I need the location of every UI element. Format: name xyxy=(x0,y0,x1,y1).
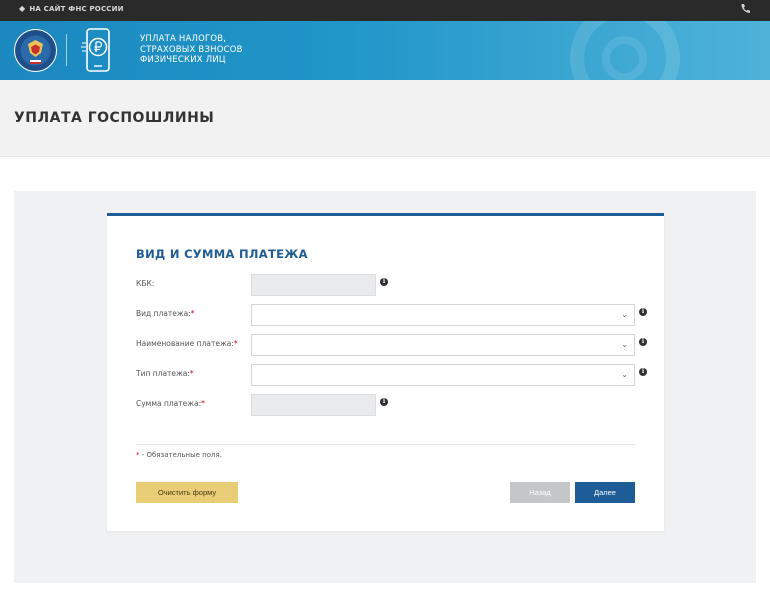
back-to-fns-link[interactable]: ◆ НА САЙТ ФНС РОССИИ xyxy=(19,4,124,14)
phone-icon[interactable] xyxy=(740,3,750,15)
payment-amount-field xyxy=(251,394,376,416)
info-icon[interactable]: i xyxy=(639,368,647,376)
back-button[interactable]: Назад xyxy=(510,482,570,503)
kbk-row: КБК: i xyxy=(107,274,664,296)
info-icon[interactable]: i xyxy=(639,308,647,316)
chevron-down-icon: ⌄ xyxy=(621,340,628,349)
info-icon[interactable]: i xyxy=(639,338,647,346)
required-fields-note: * - Обязательные поля. xyxy=(136,451,222,459)
form-heading: ВИД И СУММА ПЛАТЕЖА xyxy=(136,247,308,261)
payment-type-select[interactable]: ⌄ xyxy=(251,364,635,386)
header-title-line: ФИЗИЧЕСКИХ ЛИЦ xyxy=(140,55,226,65)
chevron-down-icon: ⌄ xyxy=(621,310,628,319)
back-link-label: НА САЙТ ФНС РОССИИ xyxy=(29,5,124,13)
divider xyxy=(136,444,636,445)
payment-name-row: Наименование платежа:* ⌄ i xyxy=(107,334,664,356)
kbk-label: КБК: xyxy=(136,279,155,288)
payment-name-select[interactable]: ⌄ xyxy=(251,334,635,356)
info-icon[interactable]: i xyxy=(380,278,388,286)
payment-type-label: Тип платежа:* xyxy=(136,369,194,378)
header-decoration xyxy=(602,36,647,80)
payment-name-label: Наименование платежа:* xyxy=(136,339,238,348)
chevron-down-icon: ⌄ xyxy=(621,370,628,379)
next-button[interactable]: Далее xyxy=(575,482,635,503)
fns-emblem-icon[interactable] xyxy=(14,29,57,72)
header-divider xyxy=(66,34,67,66)
phone-ruble-icon xyxy=(81,28,110,72)
kbk-field xyxy=(251,274,376,296)
page-title: УПЛАТА ГОСПОШЛИНЫ xyxy=(14,110,215,126)
header-title-line: УПЛАТА НАЛОГОВ, xyxy=(140,34,227,44)
content-area: ВИД И СУММА ПЛАТЕЖА КБК: i Вид платежа:*… xyxy=(14,191,756,583)
payment-type-row: Тип платежа:* ⌄ i xyxy=(107,364,664,386)
payment-form-card: ВИД И СУММА ПЛАТЕЖА КБК: i Вид платежа:*… xyxy=(107,213,664,531)
arrow-left-icon: ◆ xyxy=(19,4,26,13)
page-title-band: УПЛАТА ГОСПОШЛИНЫ xyxy=(0,80,770,157)
payment-kind-select[interactable]: ⌄ xyxy=(251,304,635,326)
header-title-line: СТРАХОВЫХ ВЗНОСОВ xyxy=(140,44,243,55)
payment-amount-label: Сумма платежа:* xyxy=(136,399,205,408)
payment-kind-label: Вид платежа:* xyxy=(136,309,195,318)
payment-kind-row: Вид платежа:* ⌄ i xyxy=(107,304,664,326)
site-header: УПЛАТА НАЛОГОВ, СТРАХОВЫХ ВЗНОСОВ ФИЗИЧЕ… xyxy=(0,21,770,80)
header-title: УПЛАТА НАЛОГОВ, СТРАХОВЫХ ВЗНОСОВ ФИЗИЧЕ… xyxy=(140,34,243,66)
top-bar: ◆ НА САЙТ ФНС РОССИИ xyxy=(0,0,770,21)
payment-amount-row: Сумма платежа:* i xyxy=(107,394,664,416)
info-icon[interactable]: i xyxy=(380,398,388,406)
clear-form-button[interactable]: Очистить форму xyxy=(136,482,238,503)
